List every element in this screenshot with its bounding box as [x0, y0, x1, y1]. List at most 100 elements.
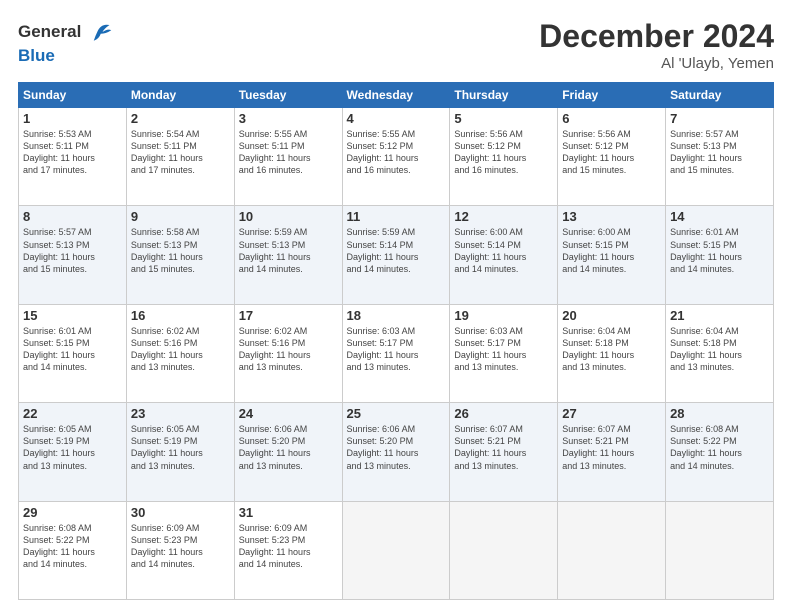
table-row: 20 Sunrise: 6:04 AM Sunset: 5:18 PM Dayli… — [558, 304, 666, 402]
table-row: 15 Sunrise: 6:01 AM Sunset: 5:15 PM Dayli… — [19, 304, 127, 402]
table-row: 30Sunrise: 6:09 AM Sunset: 5:23 PM Dayli… — [126, 501, 234, 599]
day-info: Sunrise: 6:02 AM Sunset: 5:16 PM Dayligh… — [239, 325, 338, 374]
day-info: Sunrise: 6:07 AM Sunset: 5:21 PM Dayligh… — [562, 423, 661, 472]
table-row: 14Sunrise: 6:01 AM Sunset: 5:15 PM Dayli… — [666, 206, 774, 304]
day-info: Sunrise: 6:04 AM Sunset: 5:18 PM Dayligh… — [562, 325, 661, 374]
day-number: 15 — [23, 308, 122, 323]
day-info: Sunrise: 5:58 AM Sunset: 5:13 PM Dayligh… — [131, 226, 230, 275]
day-info: Sunrise: 6:03 AM Sunset: 5:17 PM Dayligh… — [347, 325, 446, 374]
col-thursday: Thursday — [450, 83, 558, 108]
col-monday: Monday — [126, 83, 234, 108]
calendar-week-4: 22 Sunrise: 6:05 AM Sunset: 5:19 PM Dayli… — [19, 403, 774, 501]
day-info: Sunrise: 5:55 AM Sunset: 5:11 PM Dayligh… — [239, 128, 338, 177]
day-number: 20 — [562, 308, 661, 323]
day-number: 22 — [23, 406, 122, 421]
table-row: 4 Sunrise: 5:55 AM Sunset: 5:12 PM Daylig… — [342, 108, 450, 206]
day-info: Sunrise: 6:09 AM Sunset: 5:23 PM Dayligh… — [239, 522, 338, 571]
title-block: December 2024 Al 'Ulayb, Yemen — [539, 18, 774, 72]
day-number: 17 — [239, 308, 338, 323]
day-number: 5 — [454, 111, 553, 126]
table-row — [666, 501, 774, 599]
table-row — [558, 501, 666, 599]
day-info: Sunrise: 5:59 AM Sunset: 5:14 PM Dayligh… — [347, 226, 446, 275]
table-row: 10 Sunrise: 5:59 AM Sunset: 5:13 PM Dayli… — [234, 206, 342, 304]
table-row: 24 Sunrise: 6:06 AM Sunset: 5:20 PM Dayli… — [234, 403, 342, 501]
table-row: 12 Sunrise: 6:00 AM Sunset: 5:14 PM Dayli… — [450, 206, 558, 304]
day-number: 7 — [670, 111, 769, 126]
day-number: 2 — [131, 111, 230, 126]
col-wednesday: Wednesday — [342, 83, 450, 108]
day-number: 12 — [454, 209, 553, 224]
day-number: 11 — [347, 209, 446, 224]
day-info: Sunrise: 5:53 AM Sunset: 5:11 PM Dayligh… — [23, 128, 122, 177]
day-info: Sunrise: 5:55 AM Sunset: 5:12 PM Dayligh… — [347, 128, 446, 177]
table-row: 21Sunrise: 6:04 AM Sunset: 5:18 PM Dayli… — [666, 304, 774, 402]
day-info: Sunrise: 6:03 AM Sunset: 5:17 PM Dayligh… — [454, 325, 553, 374]
table-row: 26 Sunrise: 6:07 AM Sunset: 5:21 PM Dayli… — [450, 403, 558, 501]
day-info: Sunrise: 6:02 AM Sunset: 5:16 PM Dayligh… — [131, 325, 230, 374]
day-number: 9 — [131, 209, 230, 224]
day-number: 14 — [670, 209, 769, 224]
month-title: December 2024 — [539, 18, 774, 55]
col-tuesday: Tuesday — [234, 83, 342, 108]
day-info: Sunrise: 6:00 AM Sunset: 5:14 PM Dayligh… — [454, 226, 553, 275]
table-row: 8 Sunrise: 5:57 AM Sunset: 5:13 PM Daylig… — [19, 206, 127, 304]
day-info: Sunrise: 6:00 AM Sunset: 5:15 PM Dayligh… — [562, 226, 661, 275]
day-number: 26 — [454, 406, 553, 421]
table-row: 13 Sunrise: 6:00 AM Sunset: 5:15 PM Dayli… — [558, 206, 666, 304]
table-row: 27 Sunrise: 6:07 AM Sunset: 5:21 PM Dayli… — [558, 403, 666, 501]
day-info: Sunrise: 5:56 AM Sunset: 5:12 PM Dayligh… — [562, 128, 661, 177]
logo-text-general: General — [18, 22, 81, 42]
day-number: 4 — [347, 111, 446, 126]
day-number: 27 — [562, 406, 661, 421]
day-info: Sunrise: 6:06 AM Sunset: 5:20 PM Dayligh… — [239, 423, 338, 472]
calendar-week-2: 8 Sunrise: 5:57 AM Sunset: 5:13 PM Daylig… — [19, 206, 774, 304]
table-row: 29Sunrise: 6:08 AM Sunset: 5:22 PM Dayli… — [19, 501, 127, 599]
table-row: 18Sunrise: 6:03 AM Sunset: 5:17 PM Dayli… — [342, 304, 450, 402]
day-info: Sunrise: 5:57 AM Sunset: 5:13 PM Dayligh… — [23, 226, 122, 275]
logo-text-blue: Blue — [18, 46, 55, 65]
day-number: 21 — [670, 308, 769, 323]
table-row: 5 Sunrise: 5:56 AM Sunset: 5:12 PM Daylig… — [450, 108, 558, 206]
day-info: Sunrise: 6:09 AM Sunset: 5:23 PM Dayligh… — [131, 522, 230, 571]
day-info: Sunrise: 5:56 AM Sunset: 5:12 PM Dayligh… — [454, 128, 553, 177]
calendar-week-5: 29Sunrise: 6:08 AM Sunset: 5:22 PM Dayli… — [19, 501, 774, 599]
day-number: 24 — [239, 406, 338, 421]
table-row: 23 Sunrise: 6:05 AM Sunset: 5:19 PM Dayli… — [126, 403, 234, 501]
day-number: 8 — [23, 209, 122, 224]
day-number: 13 — [562, 209, 661, 224]
table-row: 19Sunrise: 6:03 AM Sunset: 5:17 PM Dayli… — [450, 304, 558, 402]
page: General Blue December 2024 Al 'Ulayb, Ye… — [0, 0, 792, 612]
day-info: Sunrise: 6:01 AM Sunset: 5:15 PM Dayligh… — [23, 325, 122, 374]
day-number: 6 — [562, 111, 661, 126]
calendar-header-row: Sunday Monday Tuesday Wednesday Thursday… — [19, 83, 774, 108]
calendar-week-3: 15 Sunrise: 6:01 AM Sunset: 5:15 PM Dayli… — [19, 304, 774, 402]
day-info: Sunrise: 6:05 AM Sunset: 5:19 PM Dayligh… — [131, 423, 230, 472]
col-saturday: Saturday — [666, 83, 774, 108]
day-info: Sunrise: 6:07 AM Sunset: 5:21 PM Dayligh… — [454, 423, 553, 472]
day-number: 23 — [131, 406, 230, 421]
day-info: Sunrise: 5:59 AM Sunset: 5:13 PM Dayligh… — [239, 226, 338, 275]
table-row: 16Sunrise: 6:02 AM Sunset: 5:16 PM Dayli… — [126, 304, 234, 402]
table-row: 2 Sunrise: 5:54 AM Sunset: 5:11 PM Daylig… — [126, 108, 234, 206]
day-number: 25 — [347, 406, 446, 421]
table-row — [342, 501, 450, 599]
header: General Blue December 2024 Al 'Ulayb, Ye… — [18, 18, 774, 72]
table-row: 28Sunrise: 6:08 AM Sunset: 5:22 PM Dayli… — [666, 403, 774, 501]
day-info: Sunrise: 5:57 AM Sunset: 5:13 PM Dayligh… — [670, 128, 769, 177]
day-info: Sunrise: 5:54 AM Sunset: 5:11 PM Dayligh… — [131, 128, 230, 177]
day-number: 28 — [670, 406, 769, 421]
day-info: Sunrise: 6:05 AM Sunset: 5:19 PM Dayligh… — [23, 423, 122, 472]
day-number: 31 — [239, 505, 338, 520]
calendar-week-1: 1Sunrise: 5:53 AM Sunset: 5:11 PM Daylig… — [19, 108, 774, 206]
table-row: 6 Sunrise: 5:56 AM Sunset: 5:12 PM Daylig… — [558, 108, 666, 206]
day-number: 10 — [239, 209, 338, 224]
table-row: 1Sunrise: 5:53 AM Sunset: 5:11 PM Daylig… — [19, 108, 127, 206]
table-row: 9 Sunrise: 5:58 AM Sunset: 5:13 PM Daylig… — [126, 206, 234, 304]
calendar-table: Sunday Monday Tuesday Wednesday Thursday… — [18, 82, 774, 600]
location-title: Al 'Ulayb, Yemen — [539, 55, 774, 72]
table-row: 11 Sunrise: 5:59 AM Sunset: 5:14 PM Dayli… — [342, 206, 450, 304]
table-row: 7 Sunrise: 5:57 AM Sunset: 5:13 PM Daylig… — [666, 108, 774, 206]
logo: General Blue — [18, 18, 113, 66]
col-friday: Friday — [558, 83, 666, 108]
